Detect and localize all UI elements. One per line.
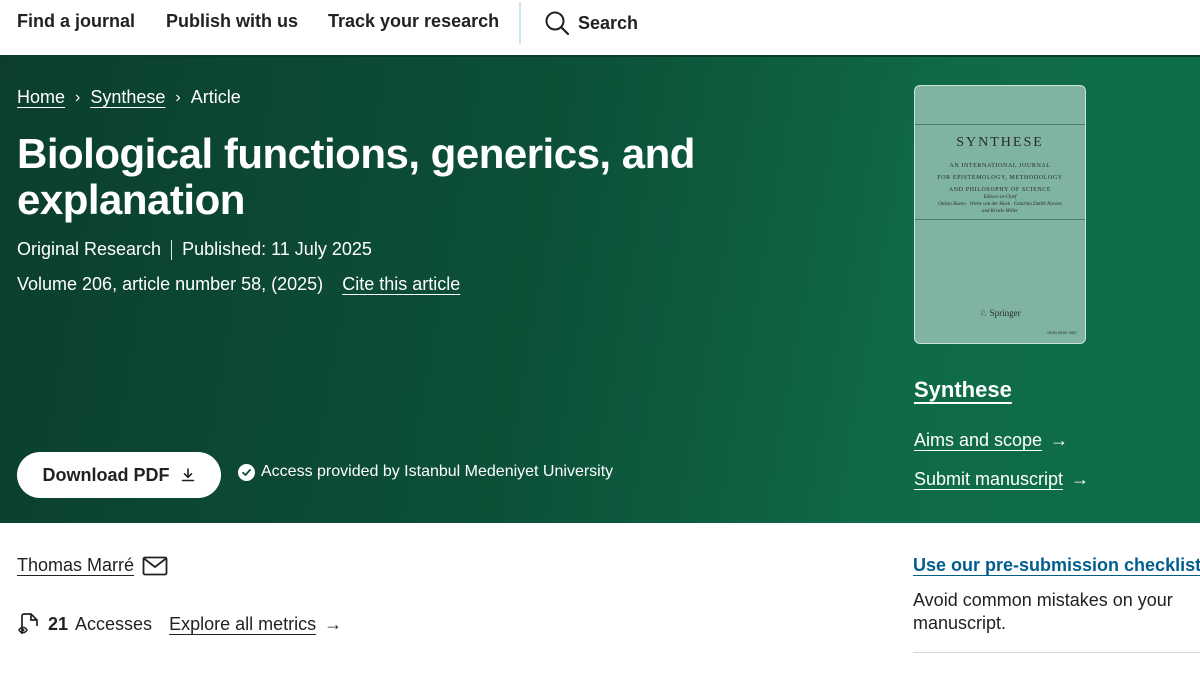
volume-line: Volume 206, article number 58, (2025) Ci… <box>17 274 460 295</box>
breadcrumb-home[interactable]: Home <box>17 87 65 108</box>
cover-issn: ISSN 0039-7857 <box>1047 330 1077 335</box>
email-icon[interactable] <box>142 556 168 576</box>
cover-title: SYNTHESE <box>956 135 1044 150</box>
search-icon <box>545 11 570 36</box>
accesses-label: Accesses <box>75 613 153 634</box>
submit-manuscript-link[interactable]: Submit manuscript → <box>914 469 1089 490</box>
nav-divider <box>519 2 521 44</box>
aims-scope-link[interactable]: Aims and scope → <box>914 430 1068 451</box>
search-label: Search <box>578 12 639 33</box>
top-navigation: Find a journal Publish with us Track you… <box>0 0 1200 57</box>
cover-publisher: ♘ Springer <box>915 308 1085 319</box>
cover-editors-line: and Kristie Miller <box>981 209 1019 214</box>
nav-track-research[interactable]: Track your research <box>328 11 499 32</box>
accesses-icon <box>18 613 38 634</box>
cover-rule <box>915 124 1085 125</box>
journal-cover[interactable]: SYNTHESE AN INTERNATIONAL JOURNAL FOR EP… <box>914 85 1086 344</box>
explore-metrics-link[interactable]: Explore all metrics <box>169 614 316 635</box>
volume-info: Volume 206, article number 58, (2025) <box>17 274 324 294</box>
article-meta: Original Research Published: 11 July 202… <box>17 239 372 260</box>
submit-manuscript-label: Submit manuscript <box>914 469 1064 489</box>
cover-editors-line: Editors-in-Chief <box>983 195 1017 200</box>
meta-divider <box>171 239 173 260</box>
arrow-right-icon: → <box>1050 430 1069 450</box>
article-title: Biological functions, generics, and expl… <box>17 130 695 223</box>
presubmission-checklist-link[interactable]: Use our pre-submission checklist <box>913 555 1200 576</box>
chevron-right-icon: › <box>75 88 81 106</box>
cover-editors: Editors-in-Chief Otávio Bueno · Wiebe va… <box>915 194 1085 215</box>
chevron-right-icon: › <box>175 88 181 106</box>
download-icon <box>181 468 194 482</box>
breadcrumb-journal[interactable]: Synthese <box>90 87 165 108</box>
download-pdf-label: Download PDF <box>42 464 170 485</box>
cover-publisher-name: Springer <box>989 308 1021 318</box>
article-type: Original Research <box>17 239 162 259</box>
article-hero: Home › Synthese › Article Biological fun… <box>0 57 1200 523</box>
journal-name-link[interactable]: Synthese <box>914 377 1012 403</box>
cover-subtitle: AN INTERNATIONAL JOURNAL FOR EPISTEMOLOG… <box>915 160 1085 196</box>
nav-find-journal[interactable]: Find a journal <box>17 11 135 32</box>
cover-subtitle-line: AN INTERNATIONAL JOURNAL <box>949 163 1051 169</box>
author-name-link[interactable]: Thomas Marré <box>17 555 134 576</box>
metrics-line: 21 Accesses Explore all metrics → <box>17 612 342 636</box>
breadcrumb: Home › Synthese › Article <box>17 87 241 108</box>
author-line: Thomas Marré <box>17 555 168 576</box>
download-pdf-button[interactable]: Download PDF <box>17 452 221 498</box>
accesses-count: 21 <box>48 613 69 634</box>
search-button[interactable]: Search <box>544 9 638 37</box>
divider <box>913 652 1200 653</box>
cover-editors-line: Otávio Bueno · Wiebe van der Hoek · Cata… <box>938 202 1062 207</box>
presubmission-description: Avoid common mistakes on your manuscript… <box>913 590 1173 633</box>
arrow-right-icon: → <box>1071 469 1090 489</box>
cover-subtitle-line: FOR EPISTEMOLOGY, METHODOLOGY <box>937 175 1063 181</box>
springer-logo-icon: ♘ <box>979 308 988 318</box>
nav-publish-with-us[interactable]: Publish with us <box>166 11 298 32</box>
published-date: Published: 11 July 2025 <box>182 239 372 259</box>
breadcrumb-current: Article <box>190 87 241 107</box>
arrow-right-icon: → <box>324 613 343 634</box>
check-circle-icon <box>238 463 255 481</box>
cover-rule <box>915 219 1085 220</box>
access-notice: Access provided by Istanbul Medeniyet Un… <box>238 463 613 481</box>
access-text: Access provided by Istanbul Medeniyet Un… <box>261 463 614 480</box>
aims-scope-label: Aims and scope <box>914 430 1043 450</box>
cite-article-link[interactable]: Cite this article <box>342 274 460 294</box>
